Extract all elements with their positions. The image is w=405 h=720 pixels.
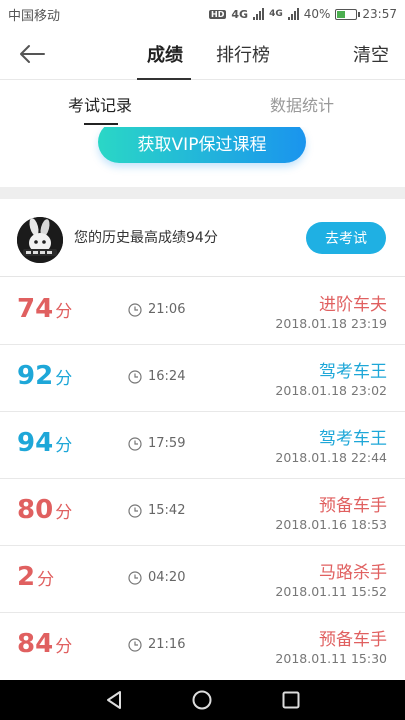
score-value: 84	[17, 629, 54, 659]
clock-icon	[128, 436, 142, 451]
rabbit-avatar-icon	[17, 217, 63, 263]
record-datetime: 2018.01.18 23:19	[275, 316, 387, 331]
battery-percent: 40%	[303, 7, 331, 21]
subtab-exam-records[interactable]: 考试记录	[68, 81, 132, 127]
avatar[interactable]	[17, 217, 63, 263]
take-exam-button[interactable]: 去考试	[306, 222, 386, 254]
record-row[interactable]: 92 分 16:24 驾考车王 2018.01.18 23:02	[0, 345, 405, 412]
rank-title: 驾考车王	[319, 429, 387, 449]
vip-course-button[interactable]: 获取VIP保过课程	[98, 127, 306, 163]
duration: 16:24	[128, 369, 185, 384]
system-nav-bar	[0, 680, 405, 720]
score-value: 2	[17, 562, 36, 592]
exam-records-list: 74 分 21:06 进阶车夫 2018.01.18 23:19 92 分 16:2…	[0, 278, 405, 680]
clock-icon	[128, 503, 142, 518]
duration-value: 21:06	[148, 302, 186, 317]
signal-icon-2	[287, 8, 299, 20]
duration: 21:06	[128, 302, 185, 317]
score-value: 80	[17, 495, 54, 525]
score-value: 74	[17, 294, 54, 324]
active-tab-indicator	[137, 78, 191, 80]
record-datetime: 2018.01.11 15:30	[275, 651, 387, 666]
record-row[interactable]: 74 分 21:06 进阶车夫 2018.01.18 23:19	[0, 278, 405, 345]
network-type-b: 4G	[269, 9, 283, 19]
arrow-left-icon	[20, 45, 45, 63]
nav-recents-icon[interactable]	[280, 689, 302, 711]
record-row[interactable]: 94 分 17:59 驾考车王 2018.01.18 22:44	[0, 412, 405, 479]
rank-title: 预备车手	[319, 630, 387, 650]
record-datetime: 2018.01.11 15:52	[275, 584, 387, 599]
clear-button[interactable]: 清空	[353, 28, 389, 80]
sub-tabs: 考试记录 数据统计	[0, 81, 405, 127]
duration-value: 17:59	[148, 436, 186, 451]
record-datetime: 2018.01.18 23:02	[275, 383, 387, 398]
back-button[interactable]	[14, 38, 50, 70]
network-type-a: 4G	[231, 7, 249, 21]
best-score-card: 您的历史最高成绩94分 去考试	[0, 199, 405, 277]
score: 2分	[17, 562, 54, 592]
clock-icon	[128, 302, 142, 317]
score-unit: 分	[37, 570, 55, 590]
status-icons: HD 4G 4G 40% 23:57	[209, 7, 397, 21]
active-subtab-indicator	[84, 123, 118, 125]
record-row[interactable]: 80 分 15:42 预备车手 2018.01.16 18:53	[0, 479, 405, 546]
duration: 17:59	[128, 436, 185, 451]
score: 94 分	[17, 428, 72, 458]
clock-icon	[128, 369, 142, 384]
score-unit: 分	[55, 637, 73, 657]
duration: 15:42	[128, 503, 185, 518]
rank-title: 预备车手	[319, 496, 387, 516]
score-unit: 分	[55, 369, 73, 389]
duration-value: 16:24	[148, 369, 186, 384]
duration-value: 21:16	[148, 637, 186, 652]
rank-title: 进阶车夫	[319, 295, 387, 315]
subtab-statistics[interactable]: 数据统计	[270, 81, 334, 127]
signal-icon	[253, 8, 265, 20]
status-bar: 中国移动 HD 4G 4G 40% 23:57	[0, 0, 405, 28]
carrier-name: 中国移动	[8, 8, 61, 24]
rank-title: 马路杀手	[319, 563, 387, 583]
clock-icon	[128, 570, 142, 585]
duration-value: 15:42	[148, 503, 186, 518]
score: 74 分	[17, 294, 72, 324]
score: 80 分	[17, 495, 72, 525]
record-row[interactable]: 2分 04:20 马路杀手 2018.01.11 15:52	[0, 546, 405, 613]
rank-title: 驾考车王	[319, 362, 387, 382]
tab-score[interactable]: 成绩	[137, 28, 193, 80]
nav-home-icon[interactable]	[191, 689, 213, 711]
duration-value: 04:20	[148, 570, 186, 585]
hd-badge: HD	[209, 9, 227, 19]
score: 92 分	[17, 361, 72, 391]
best-score-text: 您的历史最高成绩94分	[74, 230, 218, 246]
score-unit: 分	[55, 503, 73, 523]
tab-leaderboard[interactable]: 排行榜	[213, 28, 273, 80]
section-divider	[0, 187, 405, 199]
battery-icon	[335, 8, 361, 20]
score-value: 94	[17, 428, 54, 458]
score-unit: 分	[55, 302, 73, 322]
record-datetime: 2018.01.16 18:53	[275, 517, 387, 532]
duration: 21:16	[128, 637, 185, 652]
clock-icon	[128, 637, 142, 652]
record-row[interactable]: 84 分 21:16 预备车手 2018.01.11 15:30	[0, 613, 405, 680]
score-value: 92	[17, 361, 54, 391]
nav-back-icon[interactable]	[103, 689, 125, 711]
clock: 23:57	[362, 7, 397, 21]
record-datetime: 2018.01.18 22:44	[275, 450, 387, 465]
vip-banner-area: 获取VIP保过课程	[0, 127, 405, 187]
score-unit: 分	[55, 436, 73, 456]
score: 84 分	[17, 629, 72, 659]
app-header: 成绩 排行榜 清空	[0, 28, 405, 80]
duration: 04:20	[128, 570, 185, 585]
